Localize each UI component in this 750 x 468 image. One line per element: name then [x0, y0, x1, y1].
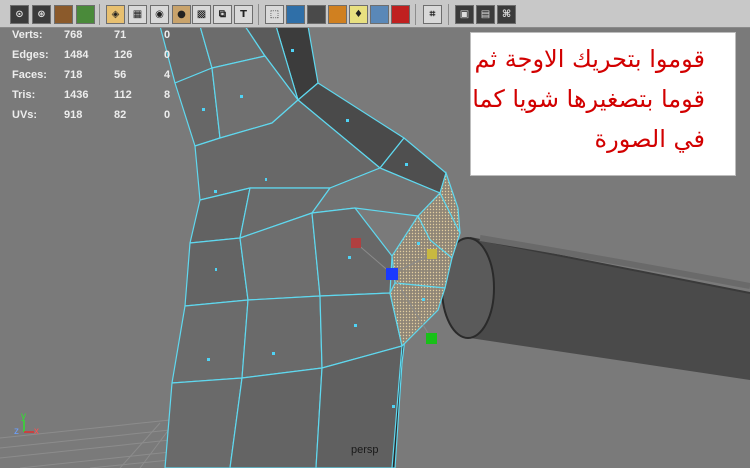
hud-row-uvs: UVs: 918 82 0 [12, 109, 171, 121]
light-bulb-icon[interactable]: ♦ [349, 5, 368, 24]
hud-row-faces: Faces: 718 56 4 [12, 69, 171, 81]
camera-name-label: persp [351, 444, 379, 456]
shaded-cube-icon[interactable] [286, 5, 305, 24]
camera-attribute-icon[interactable]: ⊛ [32, 5, 51, 24]
camera-icon[interactable]: ⊙ [10, 5, 29, 24]
axis-x-label: x [34, 426, 39, 437]
camera-track-icon[interactable]: ⌘ [497, 5, 516, 24]
axis-y-label: y [21, 411, 26, 422]
note-line-1: قوموا بتحريك الاوجة ثم [474, 45, 705, 73]
perspective-viewport[interactable]: Verts: 768 71 0 Edges: 1484 126 0 Faces:… [0, 28, 750, 468]
grid-icon[interactable]: ▩ [192, 5, 211, 24]
annotation-note: قوموا بتحريك الاوجة ثم قوما بتصغيرها شوي… [470, 32, 736, 176]
wireframe-on-shaded-icon[interactable]: ▤ [476, 5, 495, 24]
texture-icon[interactable]: ⧉ [213, 5, 232, 24]
ground-grid [0, 419, 171, 468]
poly-count-hud: Verts: 768 71 0 Edges: 1484 126 0 Faces:… [12, 28, 182, 125]
axis-z-label: z [14, 426, 19, 437]
wireframe-cube-icon[interactable]: ⬚ [265, 5, 284, 24]
hud-row-edges: Edges: 1484 126 0 [12, 49, 171, 61]
status-toolbar: ⊙ ⊛ ◈ ▦ ◉ ● ▩ ⧉ T ⬚ ♦ ⌗ ▣ ▤ ⌘ [0, 0, 750, 28]
hud-row-verts: Verts: 768 71 0 [12, 29, 171, 41]
render-icon[interactable] [328, 5, 347, 24]
cylinder-mesh [441, 235, 750, 380]
solid-cube-icon[interactable] [307, 5, 326, 24]
select-camera-icon[interactable]: ◈ [106, 5, 125, 24]
hud-row-tris: Tris: 1436 112 8 [12, 89, 171, 101]
ambient-cube-icon[interactable] [370, 5, 389, 24]
note-line-3: في الصورة [594, 125, 705, 153]
smooth-shade-icon[interactable]: ◉ [150, 5, 169, 24]
xray-cube-icon[interactable]: ▣ [455, 5, 474, 24]
sphere-shade-icon[interactable]: ● [172, 5, 191, 24]
image-plane-icon[interactable] [76, 5, 95, 24]
isolate-select-icon[interactable]: ⌗ [423, 5, 442, 24]
note-line-2: قوما بتصغيرها شويا كما [472, 85, 705, 113]
red-cube-icon[interactable] [391, 5, 410, 24]
text-icon[interactable]: T [234, 5, 253, 24]
wireframe-icon[interactable]: ▦ [128, 5, 147, 24]
book-icon[interactable] [54, 5, 73, 24]
